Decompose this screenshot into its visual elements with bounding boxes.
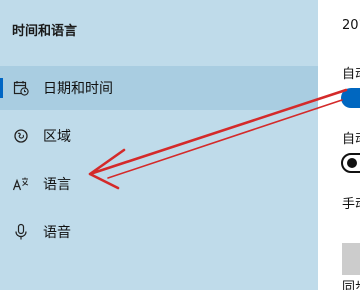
- auto-time-label: 自动: [342, 67, 360, 82]
- sidebar-item-language[interactable]: 语言: [0, 162, 318, 206]
- sidebar-title: 时间和语言: [12, 24, 78, 39]
- microphone-icon: [12, 223, 30, 241]
- current-date-text: 201: [342, 18, 360, 33]
- sidebar-item-label: 日期和时间: [43, 81, 113, 97]
- sidebar: 时间和语言 日期和时间 区域 语言 语音: [0, 0, 318, 290]
- sidebar-item-label: 语音: [43, 225, 71, 241]
- manual-change-button[interactable]: [342, 243, 360, 275]
- toggle-knob: [347, 158, 357, 168]
- manual-set-label: 手动: [342, 197, 360, 212]
- sync-label: 同步: [342, 280, 360, 290]
- sidebar-item-label: 区域: [43, 129, 71, 145]
- globe-region-icon: [12, 127, 30, 145]
- sidebar-item-speech[interactable]: 语音: [0, 210, 318, 254]
- calendar-clock-icon: [12, 79, 30, 97]
- selection-indicator: [0, 78, 3, 98]
- language-icon: [12, 175, 30, 193]
- auto-time-toggle[interactable]: [341, 88, 360, 108]
- sidebar-item-date-time[interactable]: 日期和时间: [0, 66, 318, 110]
- auto-timezone-toggle[interactable]: [341, 153, 360, 173]
- sidebar-item-region[interactable]: 区域: [0, 114, 318, 158]
- settings-content: 201 自动 自动 手动 同步: [318, 0, 360, 290]
- sidebar-item-label: 语言: [43, 177, 71, 193]
- auto-timezone-label: 自动: [342, 132, 360, 147]
